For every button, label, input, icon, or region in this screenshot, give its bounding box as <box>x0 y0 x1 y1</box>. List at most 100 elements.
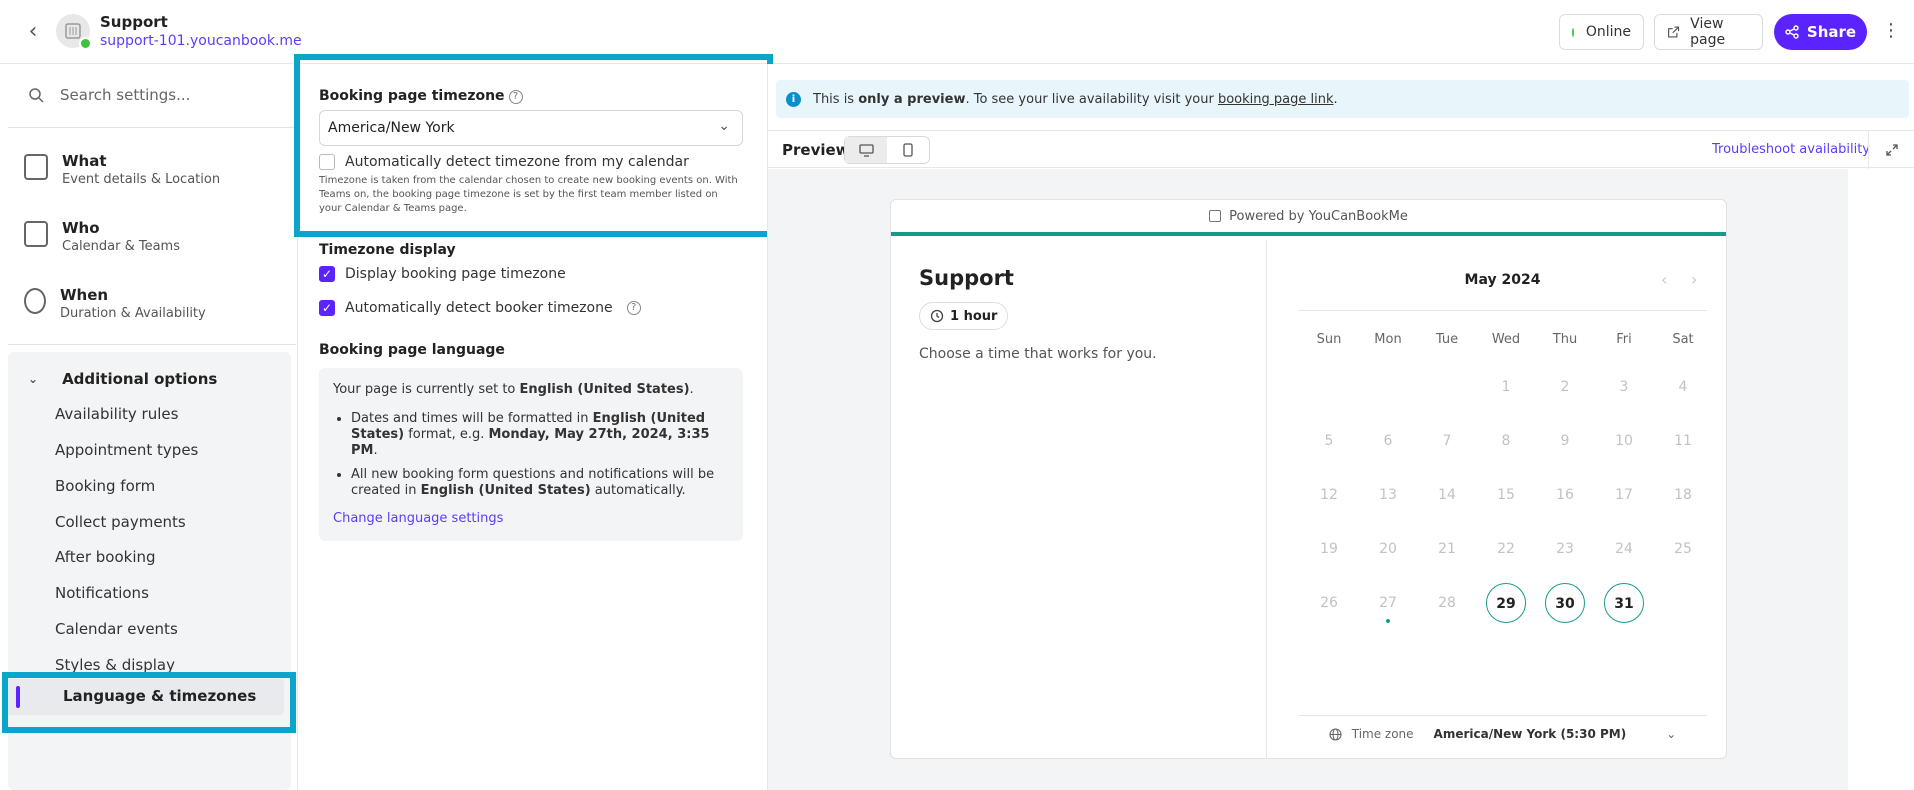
available-day[interactable]: 31 <box>1604 583 1644 623</box>
sidebar-item-when[interactable]: When Duration & Availability <box>24 286 206 321</box>
weekday-label: Sun <box>1316 332 1342 347</box>
display-timezone-label: Display booking page timezone <box>345 266 566 282</box>
banner-part: This is <box>813 91 859 107</box>
sidebar-item-booking-form[interactable]: Booking form <box>55 477 155 495</box>
settings-search[interactable]: Search settings... <box>28 86 190 104</box>
more-options-icon[interactable]: ⋮ <box>1882 18 1900 44</box>
preview-label: Preview <box>782 141 850 159</box>
expand-icon[interactable] <box>1868 131 1914 169</box>
calendar: May 2024 ‹ › Time zone America/New York … <box>1277 240 1726 758</box>
powered-by-label: Powered by YouCanBookMe <box>1229 208 1408 224</box>
search-input[interactable]: Search settings... <box>60 86 190 104</box>
view-page-label: View page <box>1690 16 1726 48</box>
sidebar-item-collect-payments[interactable]: Collect payments <box>55 513 186 531</box>
auto-detect-booker-checkbox[interactable]: ✓ <box>319 300 335 316</box>
calendar-divider <box>1299 715 1707 716</box>
widget-info-column: Support 1 hour Choose a time that works … <box>891 240 1267 758</box>
bullet-bold: English (United States) <box>420 483 591 498</box>
sidebar-item-subtitle: Event details & Location <box>62 172 221 187</box>
sidebar-item-title: Who <box>62 219 100 237</box>
calendar-day: 5 <box>1324 433 1334 449</box>
sidebar-item-subtitle: Calendar & Teams <box>62 239 180 254</box>
highlight-box-language <box>2 672 296 733</box>
banner-part: . <box>1333 91 1338 107</box>
change-language-link[interactable]: Change language settings <box>333 511 729 526</box>
calendar-day: 21 <box>1438 541 1456 557</box>
display-timezone-checkbox[interactable]: ✓ <box>319 266 335 282</box>
desktop-icon[interactable] <box>845 137 887 163</box>
troubleshoot-availability-link[interactable]: Troubleshoot availability <box>1712 142 1870 157</box>
language-heading: Booking page language <box>319 342 505 358</box>
weekday-label: Sat <box>1672 332 1694 347</box>
calendar-day: 19 <box>1320 541 1338 557</box>
language-value: English (United States) <box>519 382 690 397</box>
calendar-day: 15 <box>1497 487 1515 503</box>
calendar-day: 8 <box>1501 433 1511 449</box>
sidebar-item-subtitle: Duration & Availability <box>60 306 206 321</box>
sidebar-item-availability-rules[interactable]: Availability rules <box>55 405 178 423</box>
calendar-day: 9 <box>1560 433 1570 449</box>
language-intro-text: Your page is currently set to <box>333 382 520 397</box>
calendar-day: 1 <box>1501 379 1511 395</box>
online-dot-icon <box>1572 27 1574 37</box>
calendar-day: 22 <box>1497 541 1515 557</box>
sidebar-item-calendar-events[interactable]: Calendar events <box>55 620 178 638</box>
booking-page-link[interactable]: booking page link <box>1218 92 1334 107</box>
display-timezone-row[interactable]: ✓ Display booking page timezone <box>319 266 566 282</box>
bullet-text: automatically. <box>590 483 686 498</box>
banner-part: . To see your live availability visit yo… <box>965 91 1218 107</box>
calendar-day: 16 <box>1556 487 1574 503</box>
sidebar-item-after-booking[interactable]: After booking <box>55 548 156 566</box>
weekday-label: Mon <box>1374 332 1402 347</box>
additional-options-label: Additional options <box>62 370 218 388</box>
share-button[interactable]: Share <box>1774 14 1867 50</box>
widget-timezone-row[interactable]: Time zone America/New York (5:30 PM) ⌄ <box>1277 727 1726 741</box>
bullet-text: format, e.g. <box>404 427 489 442</box>
weekday-label: Tue <box>1435 332 1459 347</box>
duration-label: 1 hour <box>950 308 998 324</box>
next-month-icon[interactable]: › <box>1691 270 1697 289</box>
auto-detect-booker-row[interactable]: ✓ Automatically detect booker timezone ? <box>319 300 641 316</box>
view-page-button[interactable]: View page <box>1654 14 1763 50</box>
mobile-icon[interactable] <box>887 137 929 163</box>
globe-icon <box>1329 727 1342 741</box>
available-day[interactable]: 30 <box>1545 583 1585 623</box>
sidebar-item-notifications[interactable]: Notifications <box>55 584 149 602</box>
page-url-link[interactable]: support-101.youcanbook.me <box>100 33 302 49</box>
additional-options-toggle[interactable]: ⌄ Additional options <box>28 370 217 388</box>
calendar-day: 24 <box>1615 541 1633 557</box>
calendar-day: 12 <box>1320 487 1338 503</box>
sidebar-item-appointment-types[interactable]: Appointment types <box>55 441 198 459</box>
calendar-day: 25 <box>1674 541 1692 557</box>
device-toggle <box>844 136 930 164</box>
calendar-day: 28 <box>1438 595 1456 611</box>
available-day[interactable]: 29 <box>1486 583 1526 623</box>
language-info-box: Your page is currently set to English (U… <box>319 368 743 541</box>
prev-month-icon[interactable]: ‹ <box>1661 270 1667 289</box>
calendar-day: 4 <box>1678 379 1688 395</box>
online-status-button[interactable]: Online <box>1559 14 1644 50</box>
calendar-logo-icon <box>65 23 81 39</box>
calendar-day: 17 <box>1615 487 1633 503</box>
sidebar-item-what[interactable]: What Event details & Location <box>24 152 220 187</box>
watch-icon <box>24 288 46 314</box>
chevron-down-icon: ⌄ <box>28 372 39 386</box>
powered-by-bar: Powered by YouCanBookMe <box>891 200 1726 236</box>
info-icon: i <box>786 91 801 107</box>
clock-icon <box>930 309 944 323</box>
help-icon[interactable]: ? <box>626 301 641 315</box>
sidebar-item-who[interactable]: Who Calendar & Teams <box>24 219 180 254</box>
calendar-day: 7 <box>1442 433 1452 449</box>
highlight-box-timezone <box>294 54 773 237</box>
choose-time-text: Choose a time that works for you. <box>919 346 1157 362</box>
page-title: Support <box>100 13 168 31</box>
back-arrow-icon[interactable]: ‹ <box>20 18 46 44</box>
language-bullet-format: Dates and times will be formatted in Eng… <box>351 411 729 459</box>
calendar-day: 27 <box>1379 595 1397 611</box>
page-logo <box>56 14 92 50</box>
preview-canvas: Powered by YouCanBookMe Support 1 hour C… <box>768 169 1848 790</box>
banner-bold: only a preview <box>858 91 966 107</box>
language-bullet-questions: All new booking form questions and notif… <box>351 467 729 499</box>
chevron-down-icon: ⌄ <box>1666 727 1677 741</box>
person-calendar-icon <box>24 221 48 247</box>
